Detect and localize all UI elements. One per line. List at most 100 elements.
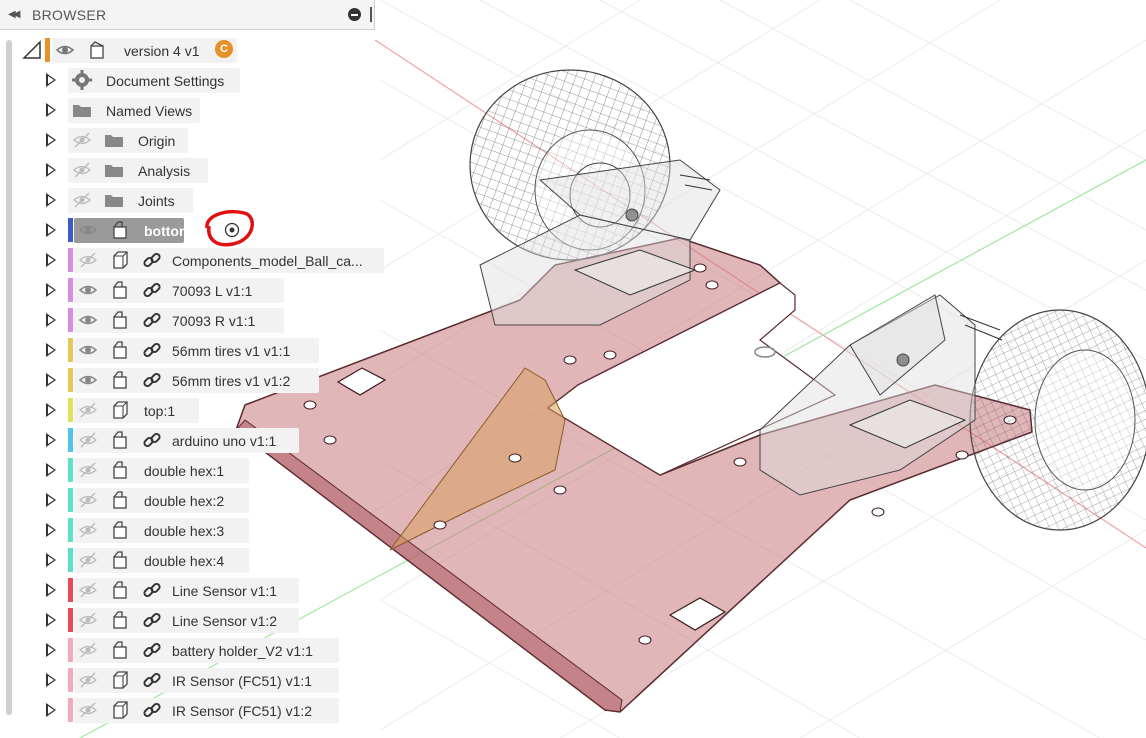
eye-icon[interactable] <box>78 340 98 360</box>
expand-triangle-icon[interactable] <box>46 643 56 657</box>
tree-row[interactable]: Named Views <box>0 96 380 124</box>
tree-row[interactable]: Line Sensor v1:2 <box>0 606 380 634</box>
tree-row[interactable]: top:1 <box>0 396 380 424</box>
tree-row[interactable]: double hex:2 <box>0 486 380 514</box>
eye-hidden-icon[interactable] <box>72 160 92 180</box>
collapse-panel-icon[interactable]: ◀◀ <box>8 9 21 20</box>
row-label: arduino uno v1:1 <box>172 433 277 449</box>
expand-triangle-icon[interactable] <box>46 163 56 177</box>
expand-triangle-icon[interactable] <box>46 73 56 87</box>
expand-triangle-icon[interactable] <box>46 373 56 387</box>
tree-row[interactable]: 70093 L v1:1 <box>0 276 380 304</box>
row-label: double hex:1 <box>144 463 225 479</box>
expand-triangle-icon[interactable] <box>46 583 56 597</box>
expand-triangle-icon[interactable] <box>46 493 56 507</box>
expand-triangle-icon[interactable] <box>46 193 56 207</box>
expand-triangle-icon[interactable] <box>46 433 56 447</box>
expand-triangle-icon[interactable] <box>46 523 56 537</box>
expand-triangle-icon[interactable] <box>46 673 56 687</box>
component-icon <box>110 220 130 240</box>
expand-triangle-icon[interactable] <box>46 223 56 237</box>
tree-row[interactable]: double hex:4 <box>0 546 380 574</box>
expand-triangle-icon[interactable] <box>46 553 56 567</box>
expand-triangle-icon[interactable] <box>46 343 56 357</box>
eye-hidden-icon[interactable] <box>78 580 98 600</box>
tree-row-root[interactable]: version 4 v1 C <box>0 36 245 64</box>
tree-row[interactable]: Joints <box>0 186 380 214</box>
eye-icon[interactable] <box>78 310 98 330</box>
eye-hidden-icon[interactable] <box>78 640 98 660</box>
color-indicator <box>68 428 73 452</box>
tree-row[interactable]: IR Sensor (FC51) v1:1 <box>0 666 380 694</box>
eye-hidden-icon[interactable] <box>78 250 98 270</box>
tree-row[interactable]: battery holder_V2 v1:1 <box>0 636 380 664</box>
tree-row[interactable]: Document Settings <box>0 66 380 94</box>
tree-row[interactable]: 70093 R v1:1 <box>0 306 380 334</box>
tree-row[interactable]: arduino uno v1:1 <box>0 426 380 454</box>
body-icon <box>110 700 130 720</box>
eye-icon[interactable] <box>78 280 98 300</box>
color-indicator <box>68 248 73 272</box>
expand-triangle-icon[interactable] <box>46 703 56 717</box>
color-indicator <box>68 698 73 722</box>
eye-hidden-icon[interactable] <box>72 130 92 150</box>
body-icon <box>110 400 130 420</box>
body-icon <box>110 250 130 270</box>
link-icon <box>142 340 162 360</box>
expand-triangle-icon[interactable] <box>46 283 56 297</box>
tree-row[interactable]: 56mm tires v1 v1:2 <box>0 366 380 394</box>
row-label: Origin <box>138 133 176 149</box>
root-status-badge[interactable]: C <box>215 40 233 58</box>
tree-row[interactable]: double hex:1 <box>0 456 380 484</box>
eye-hidden-icon[interactable] <box>78 520 98 540</box>
link-icon <box>142 670 162 690</box>
link-icon <box>142 610 162 630</box>
component-icon <box>110 370 130 390</box>
minimize-panel-button[interactable] <box>348 8 361 21</box>
tree-row[interactable]: double hex:3 <box>0 516 380 544</box>
expand-triangle-icon[interactable] <box>46 103 56 117</box>
color-indicator <box>68 518 73 542</box>
tree-row[interactable]: 56mm tires v1 v1:1 <box>0 336 380 364</box>
eye-hidden-icon[interactable] <box>78 550 98 570</box>
eye-hidden-icon[interactable] <box>78 430 98 450</box>
color-indicator <box>68 548 73 572</box>
eye-icon[interactable] <box>55 40 75 60</box>
eye-hidden-icon[interactable] <box>78 490 98 510</box>
row-label: 70093 R v1:1 <box>172 313 256 329</box>
tree-row[interactable]: Components_model_Ball_ca... <box>0 246 384 274</box>
row-label: battery holder_V2 v1:1 <box>172 643 313 659</box>
eye-icon[interactable] <box>78 370 98 390</box>
row-label: IR Sensor (FC51) v1:2 <box>172 703 313 719</box>
eye-hidden-icon[interactable] <box>78 670 98 690</box>
eye-hidden-icon[interactable] <box>78 610 98 630</box>
pin-panel-icon[interactable] <box>370 7 372 22</box>
expand-triangle-icon[interactable] <box>46 133 56 147</box>
eye-icon[interactable] <box>78 220 98 240</box>
body-icon <box>110 670 130 690</box>
eye-hidden-icon[interactable] <box>78 400 98 420</box>
tree-row[interactable]: IR Sensor (FC51) v1:2 <box>0 696 380 724</box>
expand-triangle-icon[interactable] <box>46 403 56 417</box>
link-icon <box>142 580 162 600</box>
color-indicator <box>68 398 73 422</box>
tree-row[interactable]: Line Sensor v1:1 <box>0 576 380 604</box>
color-indicator <box>68 608 73 632</box>
row-label: IR Sensor (FC51) v1:1 <box>172 673 313 689</box>
folder-icon <box>104 160 124 180</box>
expand-triangle-icon[interactable] <box>46 313 56 327</box>
eye-hidden-icon[interactable] <box>78 460 98 480</box>
tree-row[interactable]: Analysis <box>0 156 380 184</box>
row-label: double hex:3 <box>144 523 225 539</box>
collapse-triangle-icon[interactable] <box>22 40 42 60</box>
expand-triangle-icon[interactable] <box>46 463 56 477</box>
expand-triangle-icon[interactable] <box>46 253 56 267</box>
tree-row[interactable]: Origin <box>0 126 380 154</box>
eye-hidden-icon[interactable] <box>78 700 98 720</box>
link-icon <box>142 370 162 390</box>
expand-triangle-icon[interactable] <box>46 613 56 627</box>
tree-row[interactable]: bottom:1 <box>0 216 380 244</box>
component-icon <box>110 460 130 480</box>
eye-hidden-icon[interactable] <box>72 190 92 210</box>
color-indicator <box>68 218 73 242</box>
